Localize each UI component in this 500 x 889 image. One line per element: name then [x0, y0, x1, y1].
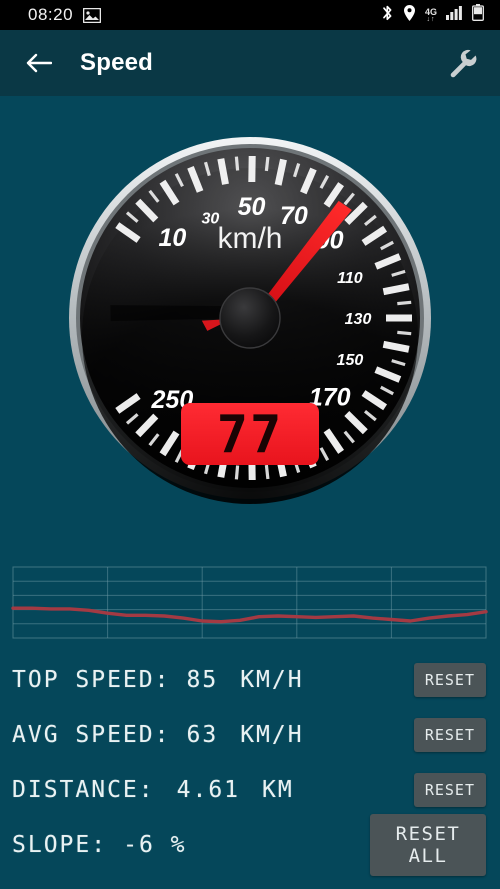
stat-row-top-speed: TOP SPEED: 85 KM/H RESET [0, 652, 500, 707]
gauge-label-50: 50 [238, 193, 266, 221]
chart-gridlines [12, 566, 487, 639]
avg-speed-value: 63 [186, 721, 219, 748]
top-speed-label: TOP SPEED: [12, 666, 171, 693]
gauge-label-10: 10 [158, 224, 186, 252]
reset-top-speed-button[interactable]: RESET [413, 662, 486, 697]
top-speed-unit: KM/H [240, 666, 304, 693]
reset-avg-speed-button[interactable]: RESET [413, 717, 486, 752]
slope-label: SLOPE: [12, 831, 108, 858]
statistics-panel: TOP SPEED: 85 KM/H RESET AVG SPEED: 63 K… [0, 652, 500, 889]
4g-icon: 4G ↓↑ [425, 7, 437, 23]
arrow-left-icon[interactable] [18, 42, 60, 84]
speedometer-gauge: 1030507090110130150170190210230250 km/h … [0, 96, 500, 556]
chart-svg [11, 566, 488, 639]
image-icon [83, 7, 102, 23]
speed-history-chart [0, 556, 500, 652]
gauge-unit-label: km/h [217, 222, 282, 255]
chart-line-series [11, 606, 488, 624]
battery-icon [472, 4, 484, 26]
stat-row-slope: SLOPE: -6 % RESET ALL [0, 813, 500, 876]
status-bar-clock: 08:20 [28, 5, 74, 24]
status-bar-icons: 4G ↓↑ [381, 4, 490, 27]
distance-value: 4.61 [176, 776, 241, 803]
slope-value: -6 % [123, 831, 187, 858]
avg-speed-label: AVG SPEED: [12, 721, 171, 748]
gauge-hub [219, 287, 281, 349]
wrench-icon[interactable] [440, 42, 482, 84]
gauge-label-110: 110 [337, 270, 363, 287]
gauge-svg: 1030507090110130150170190210230250 km/h … [69, 137, 431, 504]
stat-row-avg-speed: AVG SPEED: 63 KM/H RESET [0, 707, 500, 762]
reset-distance-button[interactable]: RESET [413, 772, 486, 807]
page-title: Speed [80, 49, 154, 76]
status-bar: 08:20 4G ↓↑ [0, 0, 500, 30]
location-icon [403, 4, 416, 27]
app-bar: Speed [0, 30, 500, 96]
data-arrows-label: ↓↑ [426, 15, 436, 23]
stat-row-distance: DISTANCE: 4.61 KM RESET [0, 762, 500, 817]
top-speed-value: 85 [186, 666, 219, 693]
gauge-label-130: 130 [345, 311, 372, 328]
distance-unit: KM [262, 776, 294, 803]
distance-label: DISTANCE: [12, 776, 155, 803]
digital-speed-value: 77 [217, 405, 284, 465]
bluetooth-icon [381, 4, 394, 27]
gauge-label-70: 70 [280, 202, 308, 230]
reset-all-button[interactable]: RESET ALL [370, 813, 486, 876]
signal-icon [446, 5, 463, 25]
speedometer-app-screen: 08:20 4G ↓↑ Speed 10 30 50 70 90 110 130… [0, 0, 500, 889]
avg-speed-unit: KM/H [240, 721, 304, 748]
gauge-label-150: 150 [337, 352, 364, 369]
